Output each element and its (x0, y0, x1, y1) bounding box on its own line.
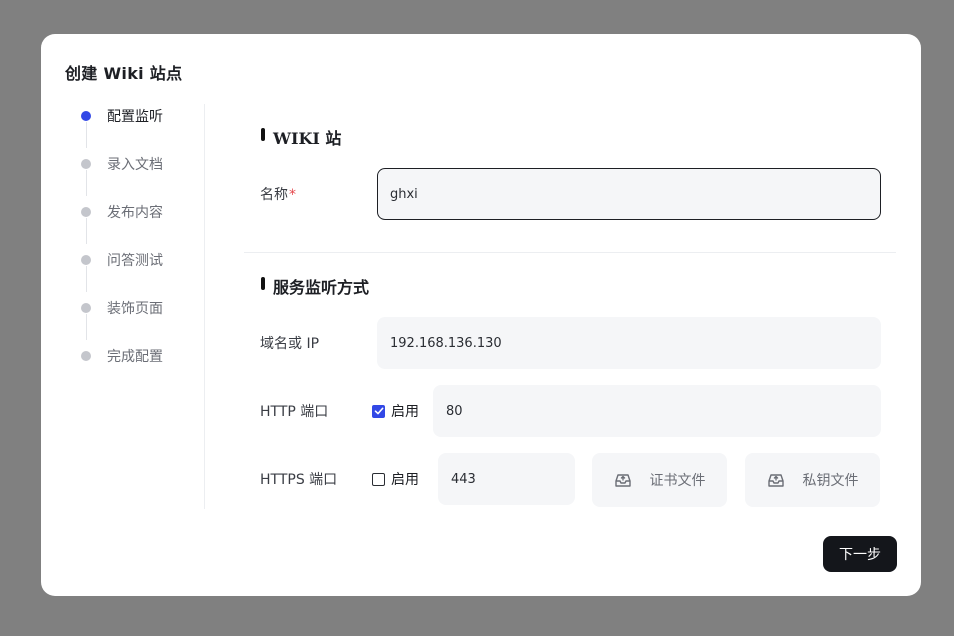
step-dot (81, 351, 91, 361)
checkbox-label: 启用 (391, 472, 419, 488)
key-file-label: 私钥文件 (802, 473, 859, 489)
step-dot (81, 111, 91, 121)
cert-file-button[interactable]: 证书文件 (592, 453, 727, 507)
create-wiki-modal: 创建 Wiki 站点 配置监听 录入文档 发布内容 问答测试 装饰页面 完成配置… (41, 34, 921, 596)
step-dot (81, 159, 91, 169)
checkmark-icon (374, 407, 383, 415)
step-decorate-page[interactable]: 装饰页面 (81, 297, 211, 321)
step-label: 发布内容 (107, 205, 163, 221)
step-qa-test[interactable]: 问答测试 (81, 249, 211, 273)
section-divider (244, 252, 896, 253)
step-configure-listen[interactable]: 配置监听 (81, 105, 211, 129)
step-dot (81, 303, 91, 313)
step-label: 问答测试 (107, 253, 163, 269)
inbox-upload-icon (614, 474, 631, 487)
https-enable-checkbox[interactable]: 启用 (372, 469, 419, 489)
name-label-text: 名称 (260, 187, 288, 203)
key-file-button[interactable]: 私钥文件 (745, 453, 880, 507)
modal-title: 创建 Wiki 站点 (65, 64, 183, 83)
step-label: 完成配置 (107, 349, 163, 365)
checkbox-box (372, 472, 385, 486)
step-import-docs[interactable]: 录入文档 (81, 153, 211, 177)
step-dot (81, 255, 91, 265)
vertical-divider (204, 104, 205, 509)
https-port-input[interactable]: 443 (438, 453, 575, 505)
step-dot (81, 207, 91, 217)
http-port-input[interactable]: 80 (433, 385, 881, 437)
http-port-label: HTTP 端口 (260, 404, 329, 420)
step-label: 装饰页面 (107, 301, 163, 317)
service-section-title: 服务监听方式 (261, 274, 369, 298)
required-mark: * (289, 187, 296, 203)
step-publish-content[interactable]: 发布内容 (81, 201, 211, 225)
name-label: 名称* (260, 184, 296, 204)
cert-file-label: 证书文件 (649, 473, 706, 489)
next-step-button[interactable]: 下一步 (823, 536, 897, 572)
name-input[interactable]: ghxi (377, 168, 881, 220)
inbox-upload-icon (767, 474, 784, 487)
domain-input[interactable]: 192.168.136.130 (377, 317, 881, 369)
wiki-section-title: WIKI 站 (261, 125, 341, 149)
step-label: 配置监听 (107, 109, 163, 125)
checkbox-label: 启用 (391, 404, 419, 420)
http-enable-checkbox[interactable]: 启用 (372, 401, 419, 421)
domain-label: 域名或 IP (260, 336, 320, 352)
step-finish-config[interactable]: 完成配置 (81, 345, 211, 369)
https-port-label: HTTPS 端口 (260, 472, 338, 488)
checkbox-box (372, 404, 385, 418)
step-label: 录入文档 (107, 157, 163, 173)
